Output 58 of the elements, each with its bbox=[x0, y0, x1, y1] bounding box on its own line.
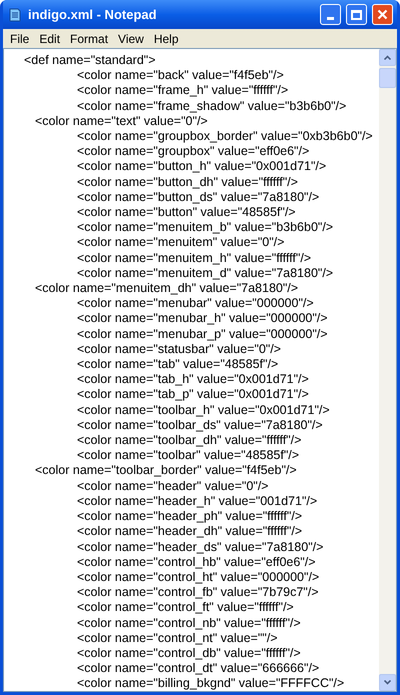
code-line: <color name="menuitem_dh" value="7a8180"/> bbox=[35, 281, 298, 296]
menu-item[interactable]: View bbox=[113, 30, 149, 48]
code-line: <color name="button" value="48585f"/> bbox=[77, 205, 296, 220]
code-line: <color name="control_nt" value=""/> bbox=[77, 630, 278, 645]
code-line: <color name="back" value="f4f5eb"/> bbox=[77, 68, 284, 82]
code-line: <color name="menuitem_d" value="7a8180"/> bbox=[77, 266, 334, 280]
code-line: <def name="standard"> bbox=[24, 53, 156, 67]
code-line: <color name="toolbar" value="48585f"/> bbox=[77, 448, 300, 462]
code-line: <color name="toolbar_ds" value="7a8180"/> bbox=[77, 418, 323, 432]
code-line: <color name="toolbar_border" value="f4f5eb"/> bbox=[35, 463, 297, 478]
code-line: <color name="frame_shadow" value="b3b6b0"/> bbox=[77, 98, 346, 113]
scrollbar[interactable] bbox=[379, 49, 396, 691]
close-button[interactable] bbox=[372, 4, 393, 25]
code-line: <color name="groupbox" value="eff0e6"/> bbox=[77, 144, 310, 158]
code-line: <color name="control_db" value="ffffff"/> bbox=[77, 646, 301, 660]
code-line: <color name="toolbar_dh" value="ffffff"/> bbox=[77, 433, 302, 448]
code-line: <color name="menubar_h" value="000000"/> bbox=[77, 311, 328, 326]
code-line: <color name="button_ds" value="7a8180"/> bbox=[77, 190, 320, 204]
code-line: <color name="menubar_p" value="000000"/> bbox=[77, 326, 328, 341]
notepad-icon bbox=[7, 6, 23, 22]
code-line: <color name="control_hb" value="eff0e6"/> bbox=[77, 554, 316, 569]
code-line: <color name="statusbar" value="0"/> bbox=[77, 342, 281, 356]
code-line: <color name="header_h" value="001d71"/> bbox=[77, 494, 318, 508]
maximize-button[interactable] bbox=[346, 4, 367, 25]
code-line: <color name="menuitem_h" value="ffffff"/> bbox=[77, 250, 312, 265]
code-line: <color name="control_ft" value="ffffff"/> bbox=[77, 600, 294, 614]
window-title: indigo.xml - Notepad bbox=[28, 6, 158, 24]
scroll-up-button[interactable] bbox=[379, 49, 396, 66]
minimize-button[interactable] bbox=[320, 4, 341, 25]
menu-item[interactable]: Format bbox=[65, 30, 114, 48]
text-area[interactable] bbox=[3, 48, 397, 692]
code-line: <color name="tab_p" value="0x001d71"/> bbox=[77, 387, 309, 402]
menu-item[interactable]: Edit bbox=[34, 30, 66, 48]
code-line: <color name="control_nb" value="ffffff"/> bbox=[77, 616, 301, 630]
close-icon bbox=[377, 9, 388, 20]
code-line: <color name="control_ht" value="000000"/> bbox=[77, 570, 320, 584]
code-line: <color name="billing_bkgnd" value="FFFFCC"/> bbox=[77, 676, 344, 690]
code-line: <color name="button_dh" value="ffffff"/> bbox=[77, 174, 298, 189]
code-line: <color name="menuitem" value="0"/> bbox=[77, 235, 284, 250]
code-line: <color name="header_ds" value="7a8180"/> bbox=[77, 540, 324, 554]
code-line: <color name="header" value="0"/> bbox=[77, 478, 268, 493]
code-line: <color name="button_h" value="0x001d71"/> bbox=[77, 159, 326, 174]
menu-item[interactable]: File bbox=[5, 30, 34, 48]
code-line: <color name="tab" value="48585f"/> bbox=[77, 357, 278, 372]
menu-item[interactable]: Help bbox=[148, 30, 184, 48]
code-line: <color name="tab_h" value="0x001d71"/> bbox=[77, 372, 309, 386]
code-line: <color name="control_dt" value="666666"/> bbox=[77, 661, 320, 676]
code-line: <color name="header_ph" value="ffffff"/> bbox=[77, 509, 302, 524]
code-line: <color name="frame_h" value="ffffff"/> bbox=[77, 83, 288, 98]
code-line: <color name="toolbar_h" value="0x001d71"/> bbox=[77, 402, 330, 417]
code-line: <color name="control_fb" value="7b79c7"/> bbox=[77, 585, 319, 600]
code-line: <color name="menubar" value="000000"/> bbox=[77, 296, 314, 310]
scroll-thumb[interactable] bbox=[379, 68, 396, 88]
code-line: <color name="groupbox_border" value="0xb3b6b0"/> bbox=[77, 129, 373, 144]
scroll-down-button[interactable] bbox=[379, 674, 396, 691]
code-line: <color name="header_dh" value="ffffff"/> bbox=[77, 524, 302, 538]
code-line: <color name="menuitem_b" value="b3b6b0"/> bbox=[77, 220, 334, 234]
code-line: <color name="text" value="0"/> bbox=[35, 114, 208, 128]
